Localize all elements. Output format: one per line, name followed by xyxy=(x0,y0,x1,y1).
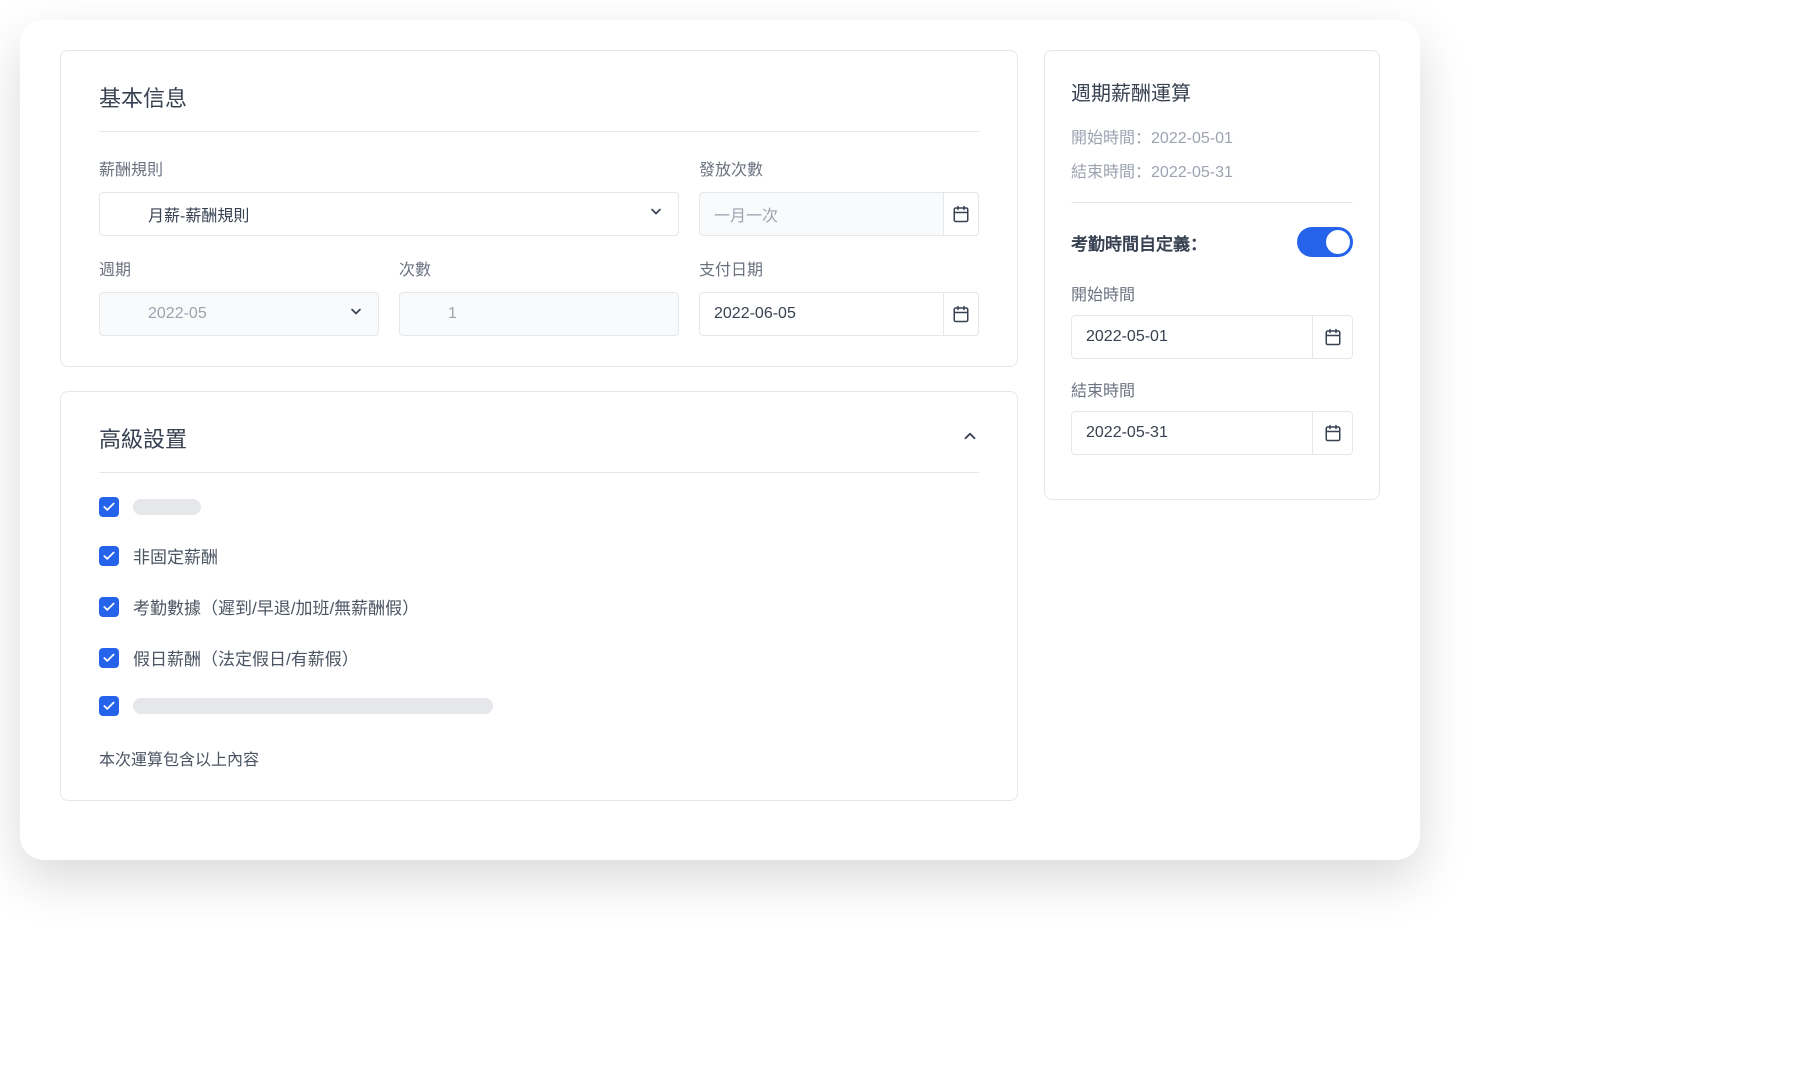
cycle-end-meta-value: 2022-05-31 xyxy=(1151,164,1233,181)
advanced-option-row xyxy=(99,696,979,716)
cycle-end-meta-label: 結束時間： xyxy=(1071,164,1151,181)
checkbox[interactable] xyxy=(99,648,119,668)
advanced-option-row: 考勤數據（遲到/早退/加班/無薪酬假） xyxy=(99,594,979,619)
advanced-footnote: 本次運算包含以上內容 xyxy=(99,746,979,770)
left-column: 基本信息 薪酬規則 月薪-薪酬規則 發放次數 xyxy=(60,50,1018,830)
payout-count-wrap: 一月一次 xyxy=(699,192,979,236)
calendar-icon xyxy=(952,205,970,223)
cycle-compute-panel: 週期薪酬運算 開始時間：2022-05-01 結束時間：2022-05-31 考… xyxy=(1044,50,1380,500)
custom-start-value: 2022-05-01 xyxy=(1086,328,1168,346)
side-divider xyxy=(1071,202,1353,203)
cycle-title: 週期薪酬運算 xyxy=(1071,77,1353,106)
times-value: 1 xyxy=(448,305,457,323)
salary-rule-select-wrap: 月薪-薪酬規則 xyxy=(99,192,679,236)
period-label: 週期 xyxy=(99,256,379,280)
custom-end-input[interactable]: 2022-05-31 xyxy=(1071,411,1313,455)
basic-info-title: 基本信息 xyxy=(99,81,979,132)
payout-count-placeholder: 一月一次 xyxy=(714,202,778,226)
salary-rule-label: 薪酬規則 xyxy=(99,156,679,180)
advanced-checkbox-list: 非固定薪酬考勤數據（遲到/早退/加班/無薪酬假） 假日薪酬（法定假日/有薪假） xyxy=(99,497,979,716)
advanced-title-row[interactable]: 高級設置 xyxy=(99,422,979,473)
toggle-thumb xyxy=(1326,230,1350,254)
checkbox[interactable] xyxy=(99,546,119,566)
times-label: 次數 xyxy=(399,256,679,280)
checkbox[interactable] xyxy=(99,696,119,716)
checkbox[interactable] xyxy=(99,597,119,617)
app-card: 基本信息 薪酬規則 月薪-薪酬規則 發放次數 xyxy=(20,20,1420,860)
skeleton-placeholder xyxy=(133,499,201,515)
custom-end-calendar-btn[interactable] xyxy=(1313,411,1353,455)
salary-rule-field: 薪酬規則 月薪-薪酬規則 xyxy=(99,156,679,236)
times-field: 次數 1 xyxy=(399,256,679,336)
pay-date-field: 支付日期 2022-06-05 xyxy=(699,256,979,336)
advanced-panel: 高級設置 非固定薪酬考勤數據（遲到/早退/加班/無薪酬假） 假日薪酬（法定假日/有… xyxy=(60,391,1018,801)
payout-count-label: 發放次數 xyxy=(699,156,979,180)
pay-date-calendar-btn[interactable] xyxy=(944,292,979,336)
advanced-option-row: 假日薪酬（法定假日/有薪假） xyxy=(99,645,979,670)
cycle-end-meta: 結束時間：2022-05-31 xyxy=(1071,158,1353,182)
toggle-label: 考勤時間自定義： xyxy=(1071,230,1207,255)
calendar-icon xyxy=(1324,328,1342,346)
attendance-custom-toggle[interactable] xyxy=(1297,227,1353,257)
basic-info-panel: 基本信息 薪酬規則 月薪-薪酬規則 發放次數 xyxy=(60,50,1018,367)
pay-date-wrap: 2022-06-05 xyxy=(699,292,979,336)
calendar-icon xyxy=(952,305,970,323)
pay-date-value: 2022-06-05 xyxy=(714,305,796,323)
checkbox-label: 假日薪酬（法定假日/有薪假） xyxy=(133,645,359,670)
advanced-title: 高級設置 xyxy=(99,422,187,454)
salary-rule-select[interactable]: 月薪-薪酬規則 xyxy=(99,192,679,236)
chevron-down-icon xyxy=(348,304,364,325)
custom-start-wrap: 2022-05-01 xyxy=(1071,315,1353,359)
skeleton-placeholder xyxy=(133,698,493,714)
custom-end-wrap: 2022-05-31 xyxy=(1071,411,1353,455)
chevron-down-icon xyxy=(648,204,664,225)
custom-start-field: 開始時間 2022-05-01 xyxy=(1071,281,1353,359)
payout-count-input[interactable]: 一月一次 xyxy=(699,192,944,236)
period-value: 2022-05 xyxy=(148,305,207,323)
chevron-up-icon xyxy=(961,427,979,450)
right-column: 週期薪酬運算 開始時間：2022-05-01 結束時間：2022-05-31 考… xyxy=(1044,50,1380,830)
basic-form: 薪酬規則 月薪-薪酬規則 發放次數 一月一次 xyxy=(99,156,979,336)
salary-rule-value: 月薪-薪酬規則 xyxy=(148,202,249,226)
payout-count-calendar-btn[interactable] xyxy=(944,192,979,236)
times-input[interactable]: 1 xyxy=(399,292,679,336)
payout-count-field: 發放次數 一月一次 xyxy=(699,156,979,236)
custom-start-input[interactable]: 2022-05-01 xyxy=(1071,315,1313,359)
checkbox[interactable] xyxy=(99,497,119,517)
cycle-start-meta-label: 開始時間： xyxy=(1071,130,1151,147)
pay-date-label: 支付日期 xyxy=(699,256,979,280)
advanced-option-row xyxy=(99,497,979,517)
pay-date-input[interactable]: 2022-06-05 xyxy=(699,292,944,336)
period-select[interactable]: 2022-05 xyxy=(99,292,379,336)
times-wrap: 1 xyxy=(399,292,679,336)
custom-end-field: 結束時間 2022-05-31 xyxy=(1071,377,1353,455)
calendar-icon xyxy=(1324,424,1342,442)
period-field: 週期 2022-05 xyxy=(99,256,379,336)
custom-start-label: 開始時間 xyxy=(1071,281,1353,305)
custom-start-calendar-btn[interactable] xyxy=(1313,315,1353,359)
period-wrap: 2022-05 xyxy=(99,292,379,336)
custom-end-value: 2022-05-31 xyxy=(1086,424,1168,442)
checkbox-label: 非固定薪酬 xyxy=(133,543,218,568)
checkbox-label: 考勤數據（遲到/早退/加班/無薪酬假） xyxy=(133,594,419,619)
cycle-start-meta-value: 2022-05-01 xyxy=(1151,130,1233,147)
attendance-custom-toggle-row: 考勤時間自定義： xyxy=(1071,227,1353,257)
cycle-start-meta: 開始時間：2022-05-01 xyxy=(1071,124,1353,148)
custom-end-label: 結束時間 xyxy=(1071,377,1353,401)
advanced-option-row: 非固定薪酬 xyxy=(99,543,979,568)
